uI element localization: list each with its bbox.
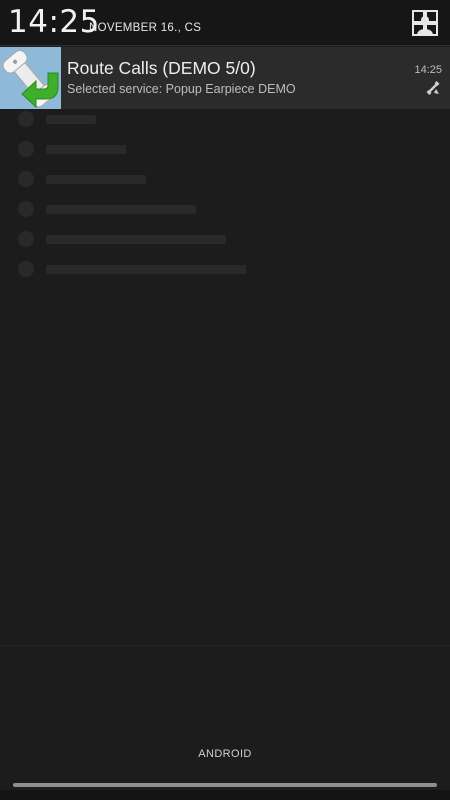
shade-drag-handle[interactable] [13,783,437,787]
bottom-strip [0,790,450,800]
notification-text: Selected service: Popup Earpiece DEMO [67,82,296,96]
carrier-label: ANDROID [198,748,252,760]
route-calls-notification[interactable]: Route Calls (DEMO 5/0) Selected service:… [0,47,450,109]
notification-shade: 14:25 NOVEMBER 16., CS Route Calls (DEMO… [0,0,450,800]
background-content [18,104,398,284]
handset-routing-icon [426,81,440,95]
app-icon [0,47,61,109]
header-divider [0,45,450,46]
notification-time: 14:25 [414,64,442,76]
clock: 14:25 [8,4,100,40]
shade-header: 14:25 NOVEMBER 16., CS [0,0,450,45]
notification-title: Route Calls (DEMO 5/0) [67,58,256,78]
quick-settings-icon [412,10,438,36]
background-divider [0,645,450,646]
date-label: NOVEMBER 16., CS [89,22,202,34]
quick-settings-button[interactable] [412,10,438,36]
